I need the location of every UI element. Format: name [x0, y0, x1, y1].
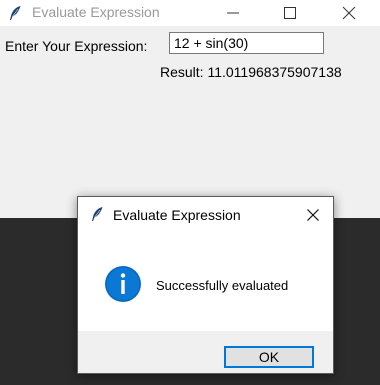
desktop: Evaluate Expression Enter Your Expressio… [0, 0, 380, 385]
feather-icon [92, 207, 103, 221]
expression-input[interactable] [169, 32, 324, 54]
main-window: Evaluate Expression Enter Your Expressio… [0, 0, 380, 218]
ok-button[interactable]: OK [224, 346, 314, 368]
maximize-icon [284, 7, 296, 19]
message-dialog: Evaluate Expression Successfully evaluat… [77, 196, 334, 374]
dialog-footer: OK [78, 331, 333, 373]
minimize-button[interactable] [210, 0, 256, 26]
window-title: Evaluate Expression [32, 4, 160, 20]
main-titlebar[interactable]: Evaluate Expression [0, 0, 380, 26]
dialog-message: Successfully evaluated [156, 278, 289, 293]
dialog-title: Evaluate Expression [113, 207, 241, 223]
expression-label: Enter Your Expression: [5, 38, 148, 54]
result-text: Result: 11.011968375907138 [160, 64, 342, 80]
minimize-icon [227, 12, 239, 14]
dialog-close-button[interactable] [302, 205, 324, 225]
close-button[interactable] [326, 0, 372, 26]
close-icon [307, 209, 319, 221]
info-icon [105, 266, 141, 302]
close-icon [342, 6, 356, 20]
feather-icon [10, 6, 21, 20]
dialog-titlebar[interactable]: Evaluate Expression [78, 197, 333, 231]
maximize-button[interactable] [267, 0, 313, 26]
